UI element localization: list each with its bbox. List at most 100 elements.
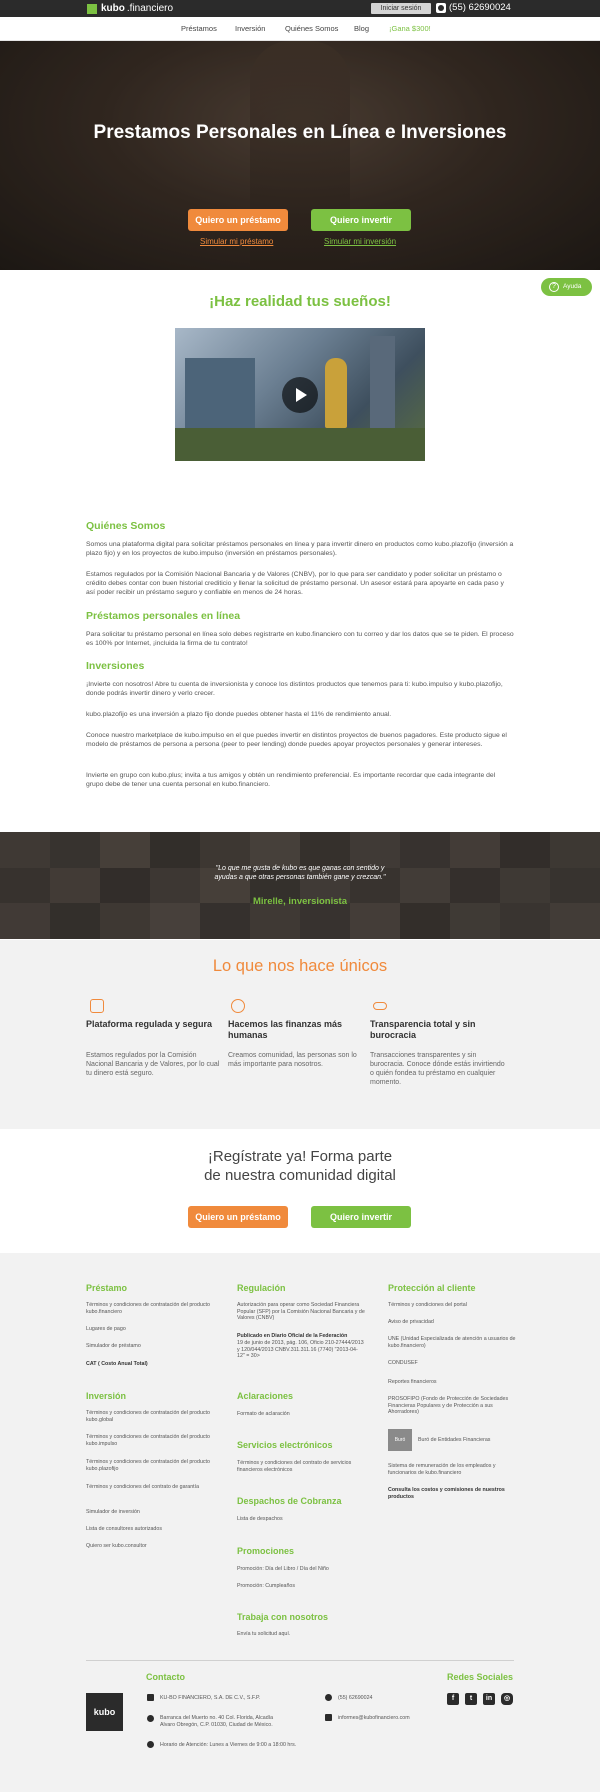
nav-item-inversion[interactable]: Inversión [235, 24, 265, 33]
footer-proteccion-heading: Protección al cliente [388, 1283, 476, 1293]
hero-invest-button[interactable]: Quiero invertir [311, 209, 411, 231]
phone-icon [325, 1694, 332, 1701]
footer-kubo-logo[interactable]: kubo [86, 1693, 123, 1731]
nav-item-blog[interactable]: Blog [354, 24, 369, 33]
quienes-somos-heading: Quiénes Somos [86, 520, 166, 532]
footer-link[interactable]: Aviso de privacidad [388, 1319, 516, 1326]
footer-servicios-heading: Servicios electrónicos [237, 1440, 333, 1450]
location-icon [147, 1715, 154, 1722]
footer-link[interactable]: Términos y condiciones de contratación d… [86, 1410, 214, 1423]
footer-email[interactable]: informes@kubofinanciero.com [338, 1715, 438, 1722]
simulate-investment-link[interactable]: Simular mi inversión [324, 237, 396, 246]
testimonial-quote: "Lo que me gusta de kubo es que ganas co… [214, 865, 386, 881]
footer-address: Barranca del Muerto no. 40 Col. Florida,… [160, 1715, 274, 1728]
feature-title-2: Hacemos las finanzas más humanas [228, 1019, 343, 1040]
footer-link[interactable]: CAT ( Costo Anual Total) [86, 1361, 214, 1368]
main-nav: Préstamos Inversión Quiénes Somos Blog ¡… [0, 17, 600, 41]
facebook-icon[interactable]: f [447, 1693, 459, 1705]
footer-text: 19 de junio de 2013, pág. 106, Oficio 21… [237, 1340, 364, 1359]
footer-company: KU-BO FINANCIERO, S.A. DE C.V., S.F.P. [160, 1695, 261, 1701]
footer-link[interactable]: Envía tu solicitud aquí. [237, 1631, 365, 1638]
simulate-loan-link[interactable]: Simular mi préstamo [200, 237, 273, 246]
nav-item-prestamos[interactable]: Préstamos [181, 24, 217, 33]
logo-text: .financiero [126, 3, 174, 14]
inversiones-text-2: kubo.plazofijo es una inversión a plazo … [86, 711, 392, 718]
testimonial-section: "Lo que me gusta de kubo es que ganas co… [0, 832, 600, 939]
footer-link[interactable]: Términos y condiciones de contratación d… [86, 1434, 214, 1447]
video-monument [325, 358, 347, 428]
feature-title-3: Transparencia total y sin burocracia [370, 1019, 476, 1040]
footer-aclaraciones-heading: Aclaraciones [237, 1391, 294, 1401]
footer-regulacion-heading: Regulación [237, 1283, 286, 1293]
brand-logo[interactable]: kubo .financiero [87, 2, 173, 15]
instagram-icon[interactable]: ◎ [501, 1693, 513, 1705]
register-invest-button[interactable]: Quiero invertir [311, 1206, 411, 1228]
header-phone[interactable]: (55) 62690024 [436, 2, 511, 13]
footer-link[interactable]: Lista de despachos [237, 1516, 365, 1523]
footer-link[interactable]: Términos y condiciones del contrato de s… [237, 1460, 365, 1473]
footer-trabaja-heading: Trabaja con nosotros [237, 1612, 329, 1622]
login-button[interactable]: Iniciar sesión [371, 3, 431, 14]
building-icon [147, 1694, 154, 1701]
dreams-title: ¡Haz realidad tus sueños! [209, 293, 391, 310]
video-trees [175, 428, 425, 461]
footer-link[interactable]: Lista de consultores autorizados [86, 1526, 214, 1533]
nav-item-promo[interactable]: ¡Gana $300! [389, 24, 431, 33]
inversiones-text-3: Conoce nuestro marketplace de kubo.impul… [86, 732, 507, 748]
hero-banner [0, 41, 600, 270]
footer-phone[interactable]: (55) 62690024 [338, 1695, 418, 1702]
footer-link[interactable]: Buró de Entidades Financieras [418, 1437, 508, 1444]
unique-section: Lo que nos hace únicos Plataforma regula… [0, 940, 600, 1129]
footer-prestamo-heading: Préstamo [86, 1283, 128, 1293]
footer-link[interactable]: Lugares de pago [86, 1326, 214, 1333]
footer-link[interactable]: CONDUSEF [388, 1360, 516, 1367]
clock-icon [147, 1741, 154, 1748]
footer-contacto-heading: Contacto [146, 1672, 185, 1682]
play-icon[interactable] [282, 377, 318, 413]
footer-link[interactable]: Términos y condiciones del contrato de g… [86, 1484, 214, 1491]
footer-link[interactable]: Sistema de remuneración de los empleados… [388, 1463, 516, 1476]
hero-loan-button[interactable]: Quiero un préstamo [188, 209, 288, 231]
testimonial-overlay [0, 832, 600, 939]
footer-link[interactable]: Quiero ser kubo.consultor [86, 1543, 214, 1550]
footer-link[interactable]: Publicado en Diario Oficial de la Federa… [237, 1333, 365, 1340]
document-icon [90, 999, 104, 1013]
footer-link[interactable]: Simulador de préstamo [86, 1343, 214, 1350]
top-bar: kubo .financiero Iniciar sesión (55) 6269… [0, 0, 600, 17]
footer-link[interactable]: UNE (Unidad Especializada de atención a … [388, 1336, 516, 1349]
footer-link[interactable]: Reportes financieros [388, 1379, 516, 1386]
twitter-icon[interactable]: t [465, 1693, 477, 1705]
footer-divider [86, 1660, 514, 1661]
register-title-line-2: de nuestra comunidad digital [204, 1167, 396, 1184]
footer-link[interactable]: Términos y condiciones de contratación d… [86, 1459, 214, 1472]
nav-item-quienes-somos[interactable]: Quiénes Somos [285, 24, 338, 33]
footer-link[interactable]: Promoción: Día del Libro / Día del Niño [237, 1566, 365, 1573]
footer-promociones-heading: Promociones [237, 1546, 295, 1556]
header-phone-number: (55) 62690024 [449, 2, 511, 13]
feature-desc-2: Creamos comunidad, las personas son lo m… [228, 1051, 363, 1069]
footer-link[interactable]: Consulta los costos y comisiones de nues… [388, 1487, 516, 1500]
footer-despachos-heading: Despachos de Cobranza [237, 1496, 342, 1506]
footer-link[interactable]: Simulador de inversión [86, 1509, 214, 1516]
footer-link[interactable]: Autorización para operar como Sociedad F… [237, 1302, 365, 1322]
linkedin-icon[interactable]: in [483, 1693, 495, 1705]
footer-link[interactable]: Términos y condiciones del portal [388, 1302, 516, 1309]
quienes-somos-text-1: Somos una plataforma digital para solici… [86, 541, 514, 557]
buro-logo[interactable]: Buró [388, 1429, 412, 1451]
footer-redes-heading: Redes Sociales [447, 1672, 514, 1682]
testimonial-author: Mirelle, inversionista [253, 896, 347, 907]
feature-desc-2-text: Creamos comunidad, las personas son lo m… [228, 1052, 357, 1068]
feature-desc-1-text: Estamos regulados por la Comisión Nacion… [86, 1052, 220, 1077]
register-title-line-1: ¡Regístrate ya! Forma parte [207, 1148, 393, 1165]
footer-link[interactable]: Promoción: Cumpleaños [237, 1583, 365, 1590]
footer-link[interactable]: PROSOFIPO (Fondo de Protección de Socied… [388, 1396, 516, 1416]
logo-bold: kubo [101, 3, 125, 14]
footer-link[interactable]: Términos y condiciones de contratación d… [86, 1302, 214, 1315]
video-player[interactable] [175, 328, 425, 461]
register-loan-button[interactable]: Quiero un préstamo [188, 1206, 288, 1228]
inversiones-heading: Inversiones [86, 660, 145, 672]
footer-link[interactable]: Formato de aclaración [237, 1411, 365, 1418]
inversiones-text-4: Invierte en grupo con kubo.plus; invita … [86, 772, 496, 788]
hero-title: Prestamos Personales en Línea e Inversio… [93, 122, 507, 143]
help-label: Ayuda [563, 283, 582, 290]
